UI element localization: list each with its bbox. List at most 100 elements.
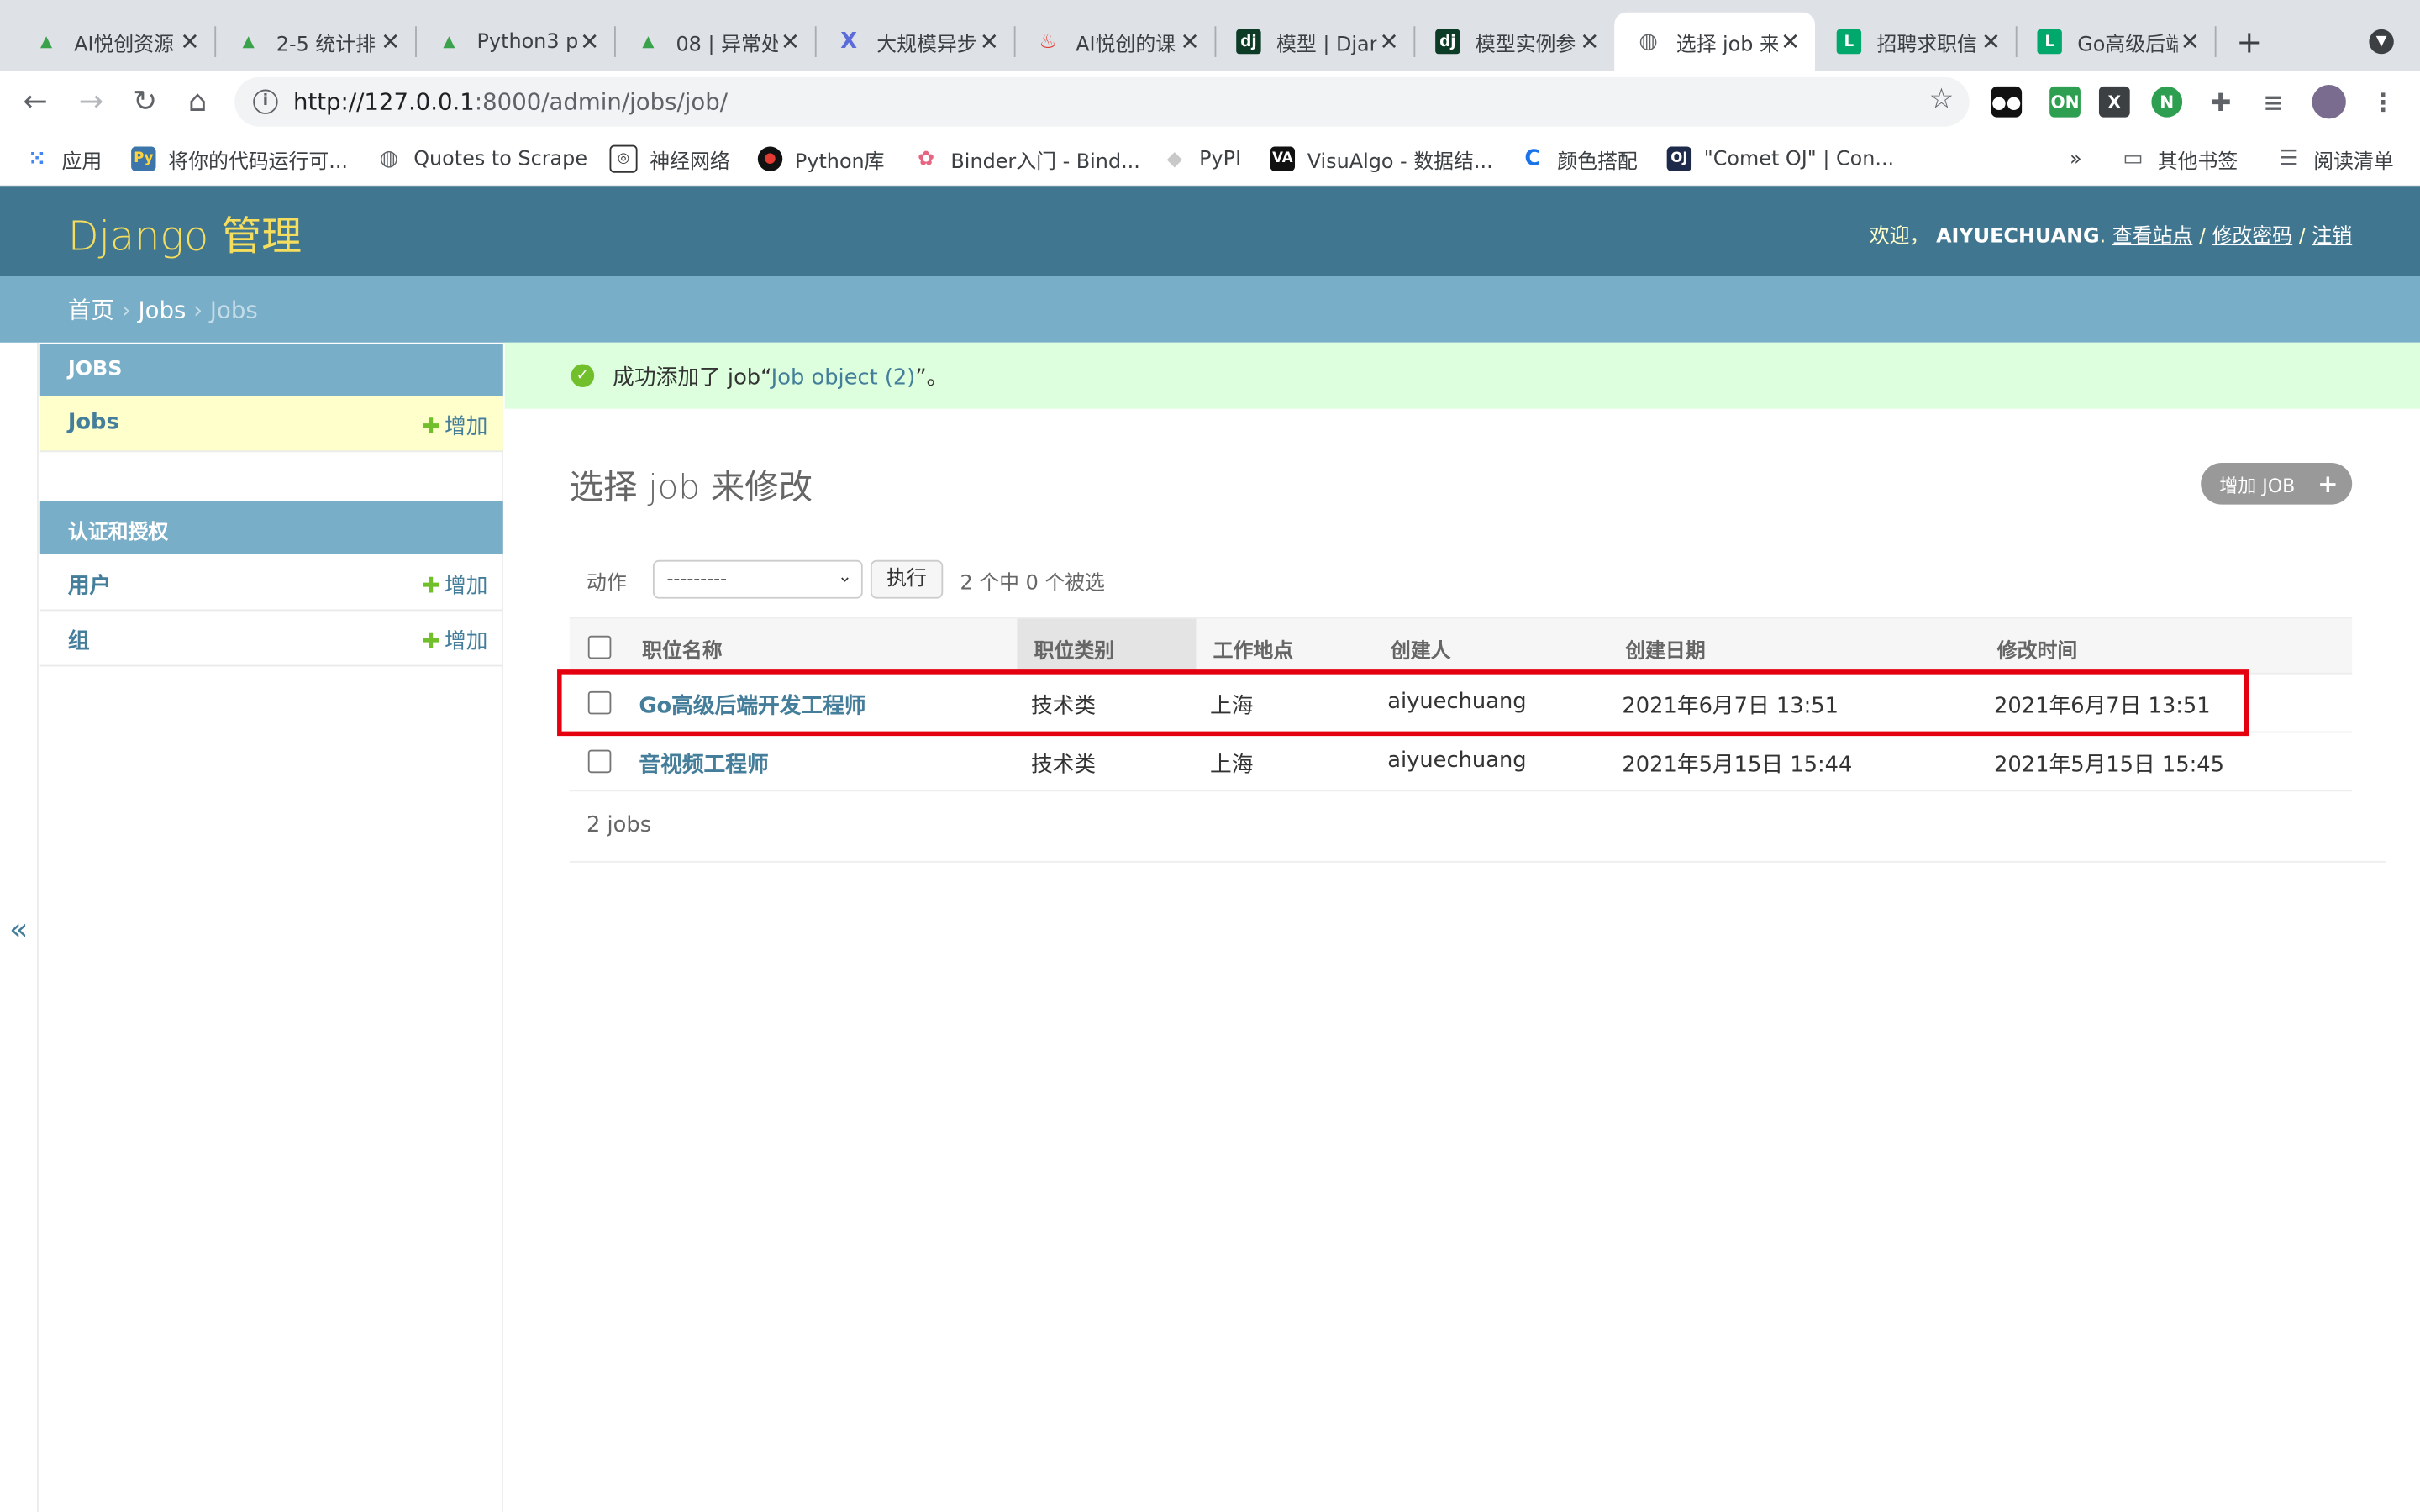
tab-search-icon[interactable]: ▼ [2369,29,2394,55]
select-all-checkbox[interactable] [587,635,612,659]
binder-icon: ✿ [918,147,935,171]
bookmark-apps[interactable]: ⁙ 应用 [24,145,102,173]
bookmarks-overflow[interactable]: » [2070,145,2082,173]
close-icon[interactable]: ✕ [1577,28,1602,55]
chevron-down-icon: ⌄ [837,566,852,586]
browser-tab[interactable]: L 招聘求职信 ✕ [1815,13,2016,71]
browser-tab[interactable]: dj 模型实例参 ✕ [1413,13,1614,71]
site-branding[interactable]: Django 管理 [68,205,302,262]
sidebar-item-users[interactable]: 用户 ✚ 增加 [39,555,503,612]
change-password-link[interactable]: 修改密码 [2212,225,2293,249]
puzzle-icon[interactable]: ✚ [2206,87,2237,118]
browser-tab[interactable]: ▲ AI悦创资源 ✕ [13,13,215,71]
column-header[interactable]: 创建人 [1391,634,1451,664]
extension-n-icon[interactable]: N [2151,86,2183,118]
bookmark-item[interactable]: ◆ PyPI [1162,145,1242,173]
page-title: 选择 job 来修改 [569,469,813,508]
info-icon[interactable]: i [253,89,278,114]
back-icon[interactable]: ← [17,83,54,120]
bookmark-item[interactable]: ✿ Binder入门 - Bind... [913,145,1140,173]
close-icon[interactable]: ✕ [177,28,202,55]
spiral-icon: ◎ [609,144,638,173]
extension-icon[interactable]: ●● [1991,86,2023,118]
browser-tab[interactable]: ▲ Python3 p ✕ [415,13,614,71]
close-icon[interactable]: ✕ [1979,28,2003,55]
extension-x-icon[interactable]: X [2098,86,2130,118]
run-action-button[interactable]: 执行 [870,559,944,599]
extension-on-icon[interactable]: ON [2049,86,2081,118]
globe-icon: ◍ [1639,29,1658,55]
bookmark-item[interactable]: ◍ Quotes to Scrape [376,145,587,173]
browser-tab[interactable]: X 大规模异步 ✕ [815,13,1014,71]
va-icon: VA [1270,146,1296,171]
new-tab-icon[interactable]: + [2236,24,2262,60]
screen: ▲ AI悦创资源 ✕ ▲ 2-5 统计排 ✕ ▲ Python3 p ✕ ▲ 0… [0,0,2420,1512]
bookmark-item[interactable]: VA VisuAlgo - 数据结... [1270,145,1493,174]
view-site-link[interactable]: 查看站点 [2112,225,2193,249]
add-job-button[interactable]: 增加 JOB + [2201,463,2353,505]
l-logo-icon: L [1836,29,1862,55]
close-icon[interactable]: ✕ [2178,28,2202,55]
sidebar-item-jobs[interactable]: Jobs ✚ 增加 [39,396,503,453]
browser-tab-active[interactable]: ◍ 选择 job 来 ✕ [1614,12,1815,71]
playlist-icon[interactable]: ≡ [2258,87,2289,118]
nav-sidebar: JOBS Jobs ✚ 增加 认证和授权 用户 ✚ 增加 组 ✚ 增加 [37,342,503,1512]
paginator: 2 jobs [569,790,2386,863]
add-job-link[interactable]: ✚ 增加 [422,411,487,442]
reading-list[interactable]: ☰ 阅读清单 [2276,145,2393,173]
logout-link[interactable]: 注销 [2312,225,2352,249]
job-object-link[interactable]: Job object (2) [771,365,916,390]
close-icon[interactable]: ✕ [1376,28,1401,55]
browser-tab[interactable]: ♨ AI悦创的课 ✕ [1014,13,1215,71]
tab-strip: ▲ AI悦创资源 ✕ ▲ 2-5 统计排 ✕ ▲ Python3 p ✕ ▲ 0… [0,0,2420,71]
breadcrumb-home[interactable]: 首页 [68,297,114,324]
admin-header: Django 管理 欢迎， AIYUECHUANG. 查看站点 / 修改密码 /… [0,186,2420,276]
bookmark-item[interactable]: ● Python库 [757,145,885,174]
toggle-sidebar-button[interactable]: « [9,911,29,948]
add-group-link[interactable]: ✚ 增加 [422,625,487,656]
django-icon: dj [1435,29,1460,55]
column-header[interactable]: 职位名称 [642,634,723,664]
oj-icon: OJ [1666,146,1692,171]
l-logo-icon: L [2037,29,2062,55]
forward-icon[interactable]: → [72,83,109,120]
breadcrumb-app[interactable]: Jobs [139,297,187,324]
module-caption-auth[interactable]: 认证和授权 [39,501,503,554]
browser-tab[interactable]: dj 模型 | Djan ✕ [1215,13,1414,71]
job-title-link[interactable]: 音视频工程师 [639,753,768,777]
column-header[interactable]: 修改时间 [1997,634,2078,664]
bookmark-item[interactable]: OJ "Comet OJ" | Con... [1666,145,1894,173]
module-caption-jobs[interactable]: JOBS [39,344,503,397]
home-icon[interactable]: ⌂ [179,83,216,120]
close-icon[interactable]: ✕ [577,28,602,55]
close-icon[interactable]: ✕ [378,28,402,55]
browser-tab[interactable]: L Go高级后端 ✕ [2016,13,2215,71]
reload-icon[interactable]: ↻ [127,83,164,120]
browser-tab[interactable]: ▲ 2-5 统计排 ✕ [214,13,415,71]
column-header[interactable]: 工作地点 [1213,634,1294,664]
column-header[interactable]: 创建日期 [1625,634,1706,664]
action-select[interactable]: --------- ⌄ [652,559,863,599]
url-text[interactable]: http://127.0.0.1:8000/admin/jobs/job/ [293,88,728,116]
other-bookmarks[interactable]: ▭ 其他书签 [2121,145,2238,173]
avatar[interactable] [2312,85,2346,119]
reading-list-icon: ☰ [2279,146,2299,171]
menu-kebab-icon[interactable]: ⋮ [2368,87,2399,118]
close-icon[interactable]: ✕ [1778,28,1802,55]
column-header[interactable]: 职位类别 [1034,634,1115,664]
address-bar[interactable]: i http://127.0.0.1:8000/admin/jobs/job/ … [234,76,1970,127]
sidebar-item-groups[interactable]: 组 ✚ 增加 [39,611,503,667]
bookmark-star-icon[interactable]: ☆ [1929,83,1954,116]
check-icon: ✓ [571,364,595,388]
plus-icon: ✚ [421,629,440,654]
row-checkbox[interactable] [587,749,612,774]
close-icon[interactable]: ✕ [977,28,1002,55]
bookmark-item[interactable]: C 颜色搭配 [1520,145,1637,173]
close-icon[interactable]: ✕ [778,28,802,55]
browser-tab[interactable]: ▲ 08 | 异常处 ✕ [614,13,815,71]
leaf-icon: ▲ [443,33,455,50]
close-icon[interactable]: ✕ [1177,28,1202,55]
add-user-link[interactable]: ✚ 增加 [422,570,487,601]
bookmark-item[interactable]: ◎ 神经网络 [609,144,730,174]
bookmark-item[interactable]: Py 将你的代码运行可... [131,145,348,174]
